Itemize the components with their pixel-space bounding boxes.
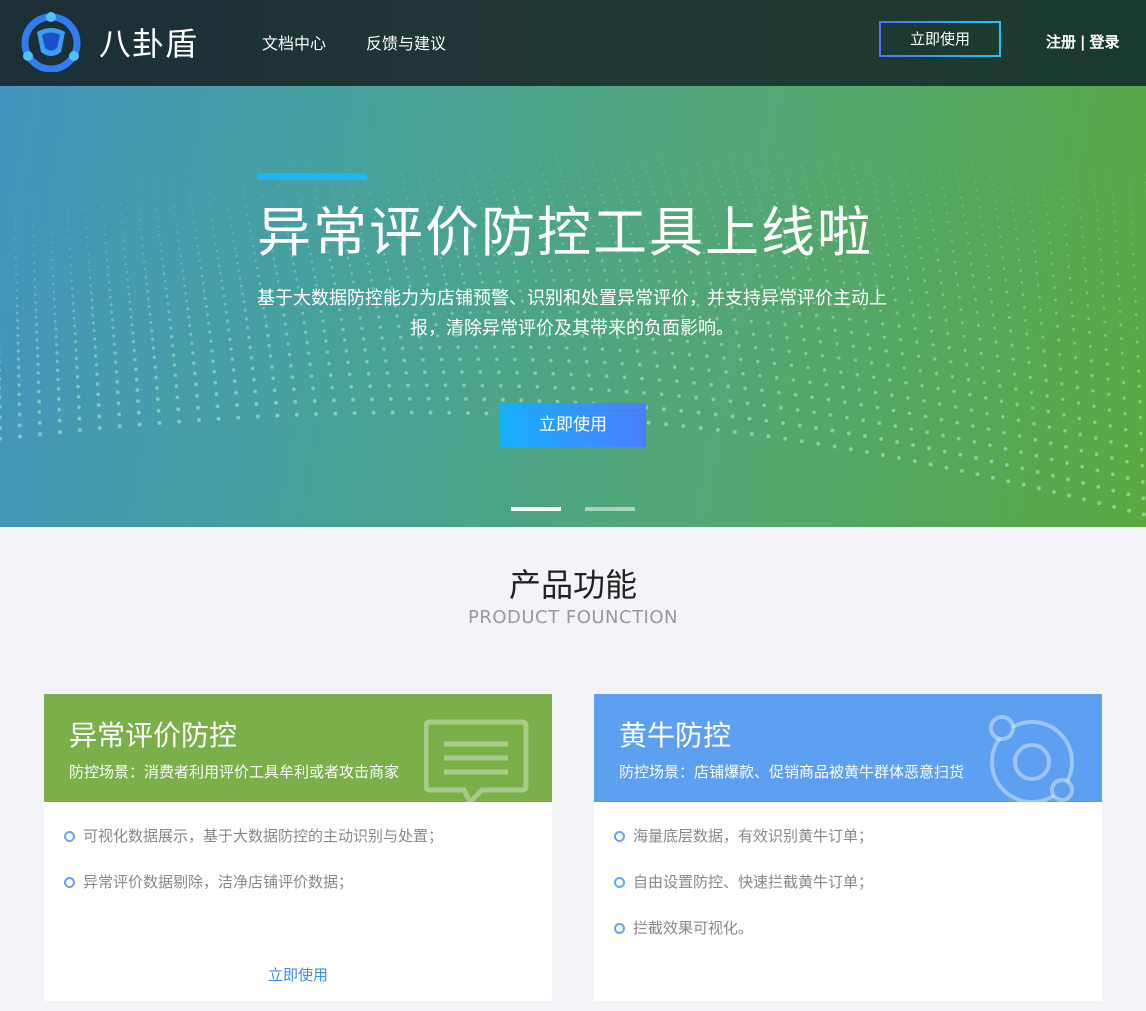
card-title: 黄牛防控	[619, 719, 732, 752]
list-item: 异常评价数据剔除，洁净店铺评价数据；	[64, 872, 443, 918]
auth-separator: |	[1080, 33, 1086, 51]
carousel-indicator-2[interactable]	[585, 507, 635, 511]
list-item: 海量底层数据，有效识别黄牛订单；	[614, 826, 873, 872]
brand-name[interactable]: 八卦盾	[99, 19, 198, 65]
card-scene: 防控场景：店铺爆款、促销商品被黄牛群体恶意扫货	[619, 763, 965, 781]
section-subtitle: PRODUCT FOUNCTION	[467, 607, 678, 628]
login-link[interactable]: 登录	[1090, 33, 1120, 51]
register-link[interactable]: 注册	[1046, 33, 1076, 51]
card-use-now-link[interactable]: 立即使用	[44, 964, 552, 985]
shield-logo-icon[interactable]	[20, 10, 82, 72]
card-scene: 防控场景：消费者利用评价工具牟利或者攻击商家	[69, 763, 400, 781]
auth-links: 注册 | 登录	[1046, 31, 1120, 52]
banner-use-now-button[interactable]: 立即使用	[500, 403, 646, 447]
comment-icon	[424, 719, 529, 802]
title-accent-bar	[257, 173, 367, 180]
section-title: 产品功能	[508, 566, 637, 604]
banner-description: 基于大数据防控能力为店铺预警、识别和处置异常评价，并支持异常评价主动上报，清除异…	[257, 288, 887, 339]
card-header: 黄牛防控 防控场景：店铺爆款、促销商品被黄牛群体恶意扫货	[594, 694, 1102, 802]
card-header: 异常评价防控 防控场景：消费者利用评价工具牟利或者攻击商家	[44, 694, 552, 802]
carousel-indicator-1[interactable]	[511, 507, 561, 511]
header-use-now-button[interactable]: 立即使用	[879, 21, 1001, 57]
feature-list: 可视化数据展示，基于大数据防控的主动识别与处置； 异常评价数据剔除，洁净店铺评价…	[64, 826, 443, 918]
nav-feedback[interactable]: 反馈与建议	[366, 30, 446, 54]
feature-card-scalper-control: 黄牛防控 防控场景：店铺爆款、促销商品被黄牛群体恶意扫货 海量底层数据，有效识别…	[594, 694, 1102, 1001]
top-header: 八卦盾 文档中心 反馈与建议 立即使用 注册 | 登录	[0, 0, 1146, 86]
feature-list: 海量底层数据，有效识别黄牛订单； 自由设置防控、快速拦截黄牛订单； 拦截效果可视…	[614, 826, 873, 964]
hero-banner: 异常评价防控工具上线啦 基于大数据防控能力为店铺预警、识别和处置异常评价，并支持…	[0, 86, 1146, 527]
banner-title: 异常评价防控工具上线啦	[257, 201, 873, 264]
nav-docs-center[interactable]: 文档中心	[262, 30, 326, 54]
list-item: 可视化数据展示，基于大数据防控的主动识别与处置；	[64, 826, 443, 872]
list-item: 自由设置防控、快速拦截黄牛订单；	[614, 872, 873, 918]
orbit-icon	[989, 715, 1074, 802]
card-title: 异常评价防控	[69, 719, 238, 752]
feature-card-review-control: 异常评价防控 防控场景：消费者利用评价工具牟利或者攻击商家 可视化数据展示，基于…	[44, 694, 552, 1001]
list-item: 拦截效果可视化。	[614, 918, 873, 964]
